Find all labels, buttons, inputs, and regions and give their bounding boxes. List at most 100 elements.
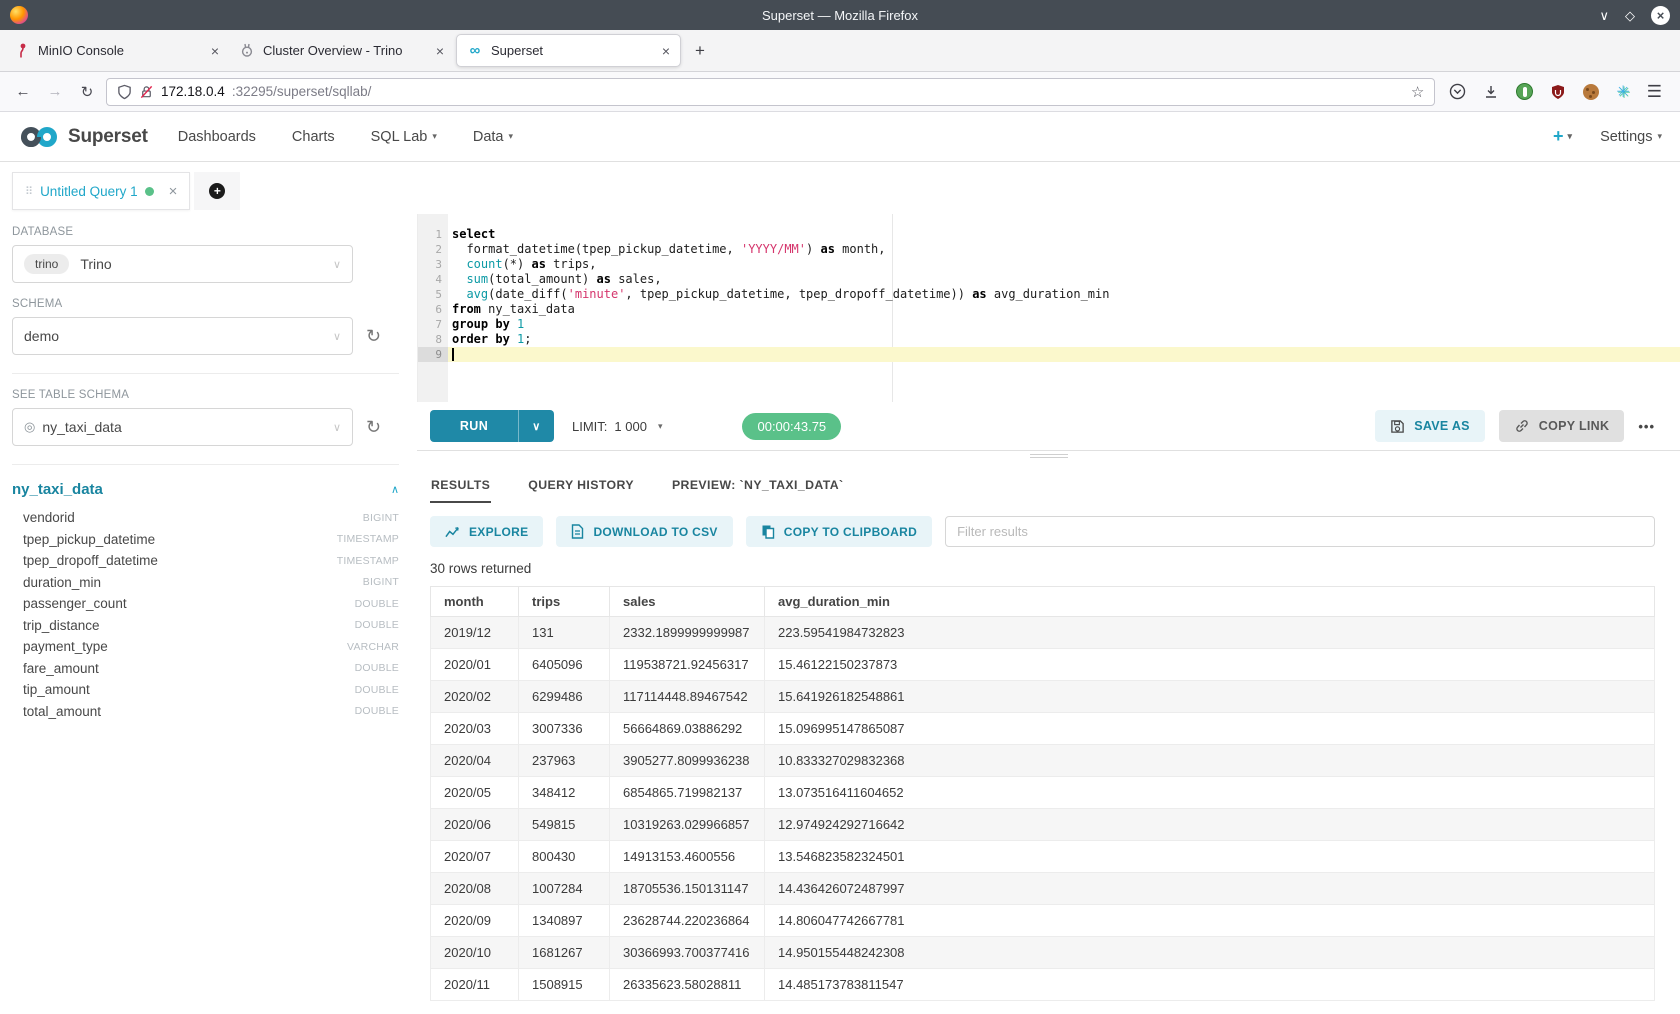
add-query-tab-button[interactable]: + (194, 172, 240, 210)
maximize-icon[interactable]: ◇ (1625, 9, 1635, 22)
close-tab-icon[interactable]: × (211, 43, 219, 59)
run-button[interactable]: RUN ∨ (430, 410, 554, 442)
column-type: DOUBLE (355, 598, 399, 610)
column-header[interactable]: trips (519, 587, 610, 617)
forward-icon[interactable]: → (42, 83, 68, 100)
gutter-line-number: 2 (418, 242, 448, 257)
schema-column-row: passenger_count DOUBLE (12, 593, 399, 615)
tab-query-history[interactable]: QUERY HISTORY (527, 462, 635, 503)
browser-tabstrip: MinIO Console × Cluster Overview - Trino… (0, 30, 1680, 72)
copy-clipboard-button[interactable]: COPY TO CLIPBOARD (746, 516, 932, 547)
copy-link-button[interactable]: COPY LINK (1499, 410, 1625, 442)
table-cell: 119538721.92456317 (610, 649, 765, 681)
refresh-schemas-icon[interactable]: ↻ (366, 327, 381, 345)
tab-preview-table[interactable]: PREVIEW: `NY_TAXI_DATA` (671, 462, 845, 503)
code-line: format_datetime(tpep_pickup_datetime, 'Y… (448, 242, 1680, 257)
column-header[interactable]: avg_duration_min (765, 587, 1655, 617)
table-name-link[interactable]: ny_taxi_data (12, 481, 103, 498)
pane-drag-handle[interactable] (1030, 454, 1068, 458)
save-as-button[interactable]: SAVE AS (1375, 410, 1485, 442)
table-row: 2020/10168126730366993.70037741614.95015… (431, 937, 1655, 969)
new-item-button[interactable]: +▾ (1553, 126, 1572, 147)
editor-gutter: 123456789 (418, 214, 448, 402)
caret-down-icon: ▾ (658, 421, 663, 432)
database-select[interactable]: trino Trino ∨ (12, 245, 353, 283)
more-actions-icon[interactable]: ••• (1638, 419, 1655, 434)
sql-editor[interactable]: 123456789 select format_datetime(tpep_pi… (417, 214, 1680, 402)
text-cursor (452, 348, 454, 361)
url-bar[interactable]: 172.18.0.4:32295/superset/sqllab/ ☆ (106, 78, 1435, 106)
table-cell: 223.59541984732823 (765, 617, 1655, 649)
browser-tab-trino[interactable]: Cluster Overview - Trino × (229, 30, 454, 71)
table-schema-label: SEE TABLE SCHEMA (12, 389, 399, 401)
reload-icon[interactable]: ↻ (74, 83, 100, 101)
code-line: group by 1 (448, 317, 1680, 332)
table-cell: 15.641926182548861 (765, 681, 1655, 713)
schema-column-row: tpep_pickup_datetime TIMESTAMP (12, 529, 399, 551)
minimize-icon[interactable]: ∨ (1599, 9, 1609, 22)
tab-results[interactable]: RESULTS (430, 462, 491, 503)
extension-asterisk-icon[interactable]: ✳ (1616, 82, 1629, 102)
file-icon (571, 524, 584, 539)
nav-data[interactable]: Data▾ (473, 129, 513, 145)
shield-icon[interactable] (117, 84, 132, 100)
schema-label: SCHEMA (12, 298, 399, 310)
table-cell: 13.073516411604652 (765, 777, 1655, 809)
insecure-lock-icon[interactable] (139, 84, 154, 100)
cookie-extension-icon[interactable] (1583, 84, 1599, 100)
nav-charts[interactable]: Charts (292, 129, 335, 145)
column-type: VARCHAR (347, 641, 399, 653)
ublock-icon[interactable] (1550, 84, 1566, 100)
link-icon (1514, 418, 1530, 434)
nav-dashboards[interactable]: Dashboards (178, 129, 256, 145)
eye-icon: ◎ (24, 419, 35, 435)
close-tab-icon[interactable]: × (662, 43, 670, 59)
menu-icon[interactable]: ☰ (1647, 82, 1662, 102)
sqllab-left-panel: ⠿ Untitled Query 1 × + DATABASE trino Tr… (0, 162, 417, 1014)
table-cell: 2020/09 (431, 905, 519, 937)
column-header[interactable]: month (431, 587, 519, 617)
gutter-line-number: 7 (418, 317, 448, 332)
back-icon[interactable]: ← (10, 83, 36, 100)
plus-circle-icon: + (209, 183, 225, 199)
privacy-extension-icon[interactable] (1516, 83, 1533, 100)
close-tab-icon[interactable]: × (436, 43, 444, 59)
bookmark-star-icon[interactable]: ☆ (1411, 83, 1424, 101)
table-row: 2020/03300733656664869.0388629215.096995… (431, 713, 1655, 745)
minio-favicon-icon (14, 43, 30, 59)
tab-title: Superset (491, 43, 543, 58)
table-row: 2020/053484126854865.71998213713.0735164… (431, 777, 1655, 809)
gutter-line-number: 4 (418, 272, 448, 287)
gutter-line-number: 1 (418, 227, 448, 242)
settings-menu[interactable]: Settings▾ (1600, 129, 1662, 145)
table-cell: 2020/06 (431, 809, 519, 841)
save-icon (1390, 419, 1405, 434)
chevron-up-icon[interactable]: ∧ (391, 483, 399, 496)
query-tab-title: Untitled Query 1 (40, 184, 138, 199)
column-type: TIMESTAMP (337, 533, 399, 545)
table-cell: 12.974924292716642 (765, 809, 1655, 841)
schema-select[interactable]: demo ∨ (12, 317, 353, 355)
superset-brand[interactable]: Superset (18, 126, 148, 148)
pocket-icon[interactable] (1449, 83, 1466, 100)
browser-tab-minio[interactable]: MinIO Console × (4, 30, 229, 71)
database-label: DATABASE (12, 226, 399, 238)
close-window-icon[interactable]: × (1651, 6, 1670, 25)
table-select[interactable]: ◎ ny_taxi_data ∨ (12, 408, 353, 446)
table-row: 2020/026299486117114448.8946754215.64192… (431, 681, 1655, 713)
explore-button[interactable]: EXPLORE (430, 516, 543, 547)
download-csv-button[interactable]: DOWNLOAD TO CSV (556, 516, 732, 547)
query-tab[interactable]: ⠿ Untitled Query 1 × (12, 172, 190, 210)
downloads-icon[interactable] (1483, 84, 1499, 100)
browser-tab-superset[interactable]: ∞ Superset × (456, 34, 681, 67)
nav-sql-lab[interactable]: SQL Lab▾ (371, 129, 437, 145)
new-tab-button[interactable]: + (683, 30, 717, 71)
close-query-tab-icon[interactable]: × (169, 183, 178, 200)
run-options-caret[interactable]: ∨ (518, 410, 554, 442)
column-header[interactable]: sales (610, 587, 765, 617)
results-tbody: 2019/121312332.1899999999987223.59541984… (431, 617, 1655, 1001)
limit-dropdown[interactable]: LIMIT: 1 000 ▾ (572, 419, 662, 434)
table-cell: 2020/04 (431, 745, 519, 777)
filter-results-input[interactable] (945, 516, 1655, 547)
refresh-tables-icon[interactable]: ↻ (366, 418, 381, 436)
